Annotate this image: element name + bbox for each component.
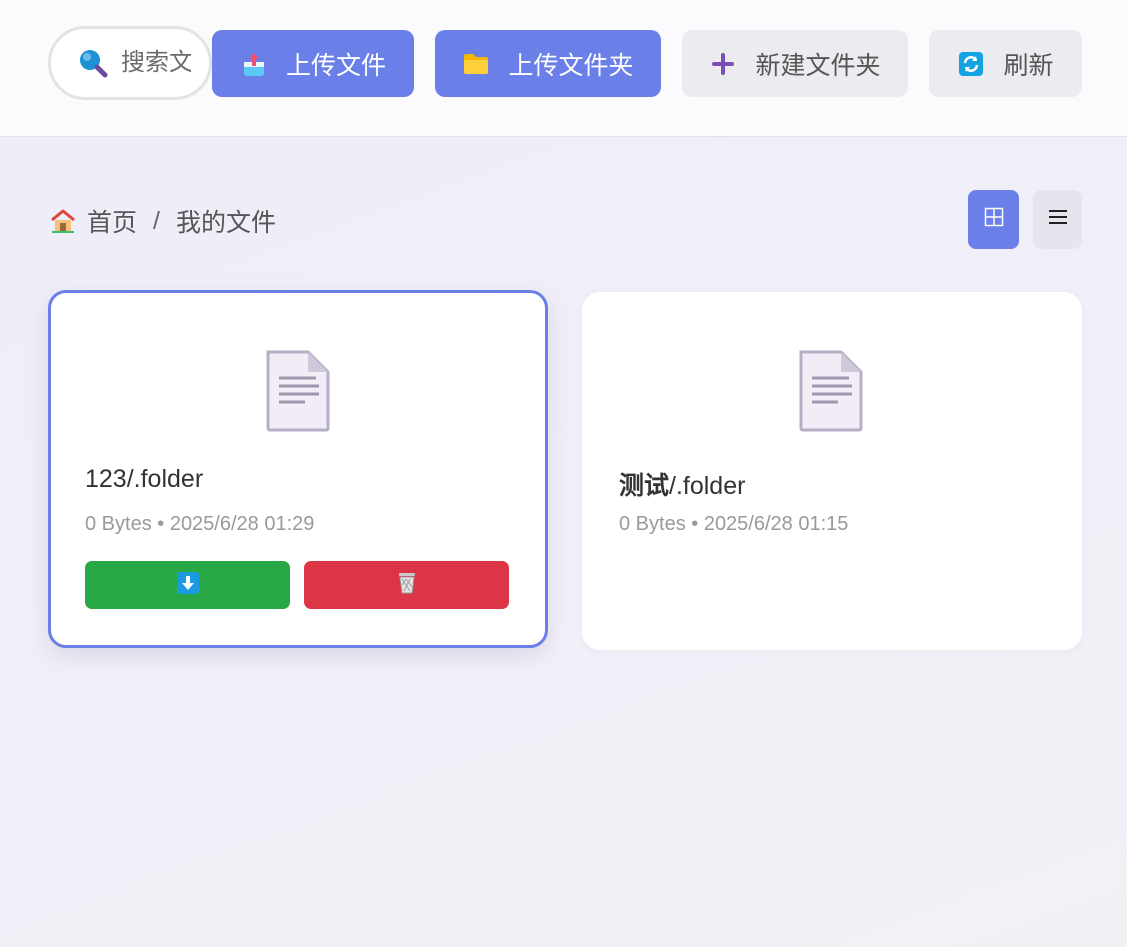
file-card[interactable]: 123/.folder 0 Bytes • 2025/6/28 01:29 <box>48 290 548 648</box>
download-button[interactable] <box>85 561 290 609</box>
file-meta: 0 Bytes • 2025/6/28 01:15 <box>619 513 849 535</box>
document-icon <box>264 348 332 434</box>
search-icon <box>77 47 109 79</box>
breadcrumb: 首页 / 我的文件 <box>50 204 276 238</box>
file-card[interactable]: 测试/.folder 0 Bytes • 2025/6/28 01:15 <box>582 292 1082 650</box>
home-icon <box>50 208 76 234</box>
breadcrumb-current: 我的文件 <box>175 209 276 237</box>
list-icon <box>1048 209 1067 230</box>
upload-file-button[interactable]: 上传文件 <box>212 30 414 97</box>
new-folder-label: 新建文件夹 <box>755 51 881 80</box>
search-box[interactable] <box>48 26 212 100</box>
toolbar: 上传文件 上传文件夹 新建文件夹 <box>0 0 1127 137</box>
grid-icon <box>984 207 1004 232</box>
plus-icon <box>709 50 737 78</box>
upload-icon <box>240 50 268 78</box>
trash-icon <box>396 571 418 600</box>
file-name-rest: /.folder <box>669 472 746 500</box>
search-input[interactable] <box>121 49 191 77</box>
file-meta: 0 Bytes • 2025/6/28 01:29 <box>85 513 315 535</box>
refresh-icon <box>957 50 985 78</box>
file-name: 测试/.folder <box>619 466 745 502</box>
folder-icon <box>462 50 490 78</box>
upload-file-label: 上传文件 <box>285 51 386 80</box>
list-view-button[interactable] <box>1033 190 1082 249</box>
refresh-button[interactable]: 刷新 <box>929 30 1082 97</box>
new-folder-button[interactable]: 新建文件夹 <box>682 30 908 97</box>
document-icon <box>797 348 865 434</box>
grid-view-button[interactable] <box>968 190 1019 249</box>
file-name: 123/.folder <box>85 465 204 493</box>
upload-folder-label: 上传文件夹 <box>508 51 634 80</box>
refresh-label: 刷新 <box>1003 51 1054 80</box>
file-name-bold: 测试 <box>619 472 670 500</box>
download-icon <box>176 571 199 599</box>
breadcrumb-separator: / <box>153 206 160 235</box>
delete-button[interactable] <box>304 561 509 609</box>
upload-folder-button[interactable]: 上传文件夹 <box>435 30 661 97</box>
breadcrumb-home[interactable]: 首页 <box>87 203 137 239</box>
